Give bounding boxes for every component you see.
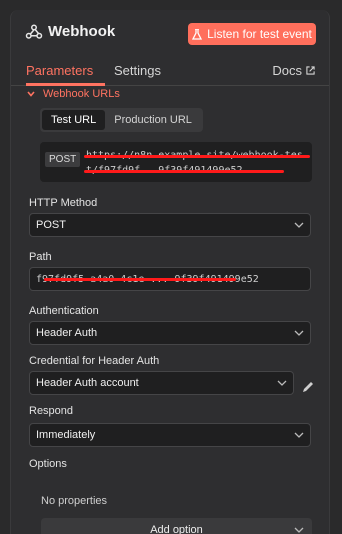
webhook-urls-toggle[interactable]: Webhook URLs <box>27 88 120 100</box>
docs-link[interactable]: Docs <box>272 63 315 78</box>
add-option-label: Add option <box>150 524 203 534</box>
active-tab-indicator <box>26 83 105 86</box>
webhook-url-text: https://n8n.example.site/webhook-test/f9… <box>86 148 308 178</box>
node-panel: Webhook Listen for test event Parameters… <box>10 10 330 534</box>
panel-header: Webhook Listen for test event <box>11 10 329 54</box>
chevron-down-icon <box>294 330 304 336</box>
path-input[interactable]: f97fd9f5-a4a0-4c1e-...-9f39f491499e52 <box>29 267 311 291</box>
tab-test-url[interactable]: Test URL <box>42 110 106 130</box>
options-label: Options <box>29 458 67 470</box>
add-option-button[interactable]: Add option <box>41 518 312 534</box>
path-label: Path <box>29 251 52 263</box>
respond-select[interactable]: Immediately <box>29 423 311 447</box>
http-method-label: HTTP Method <box>29 197 98 209</box>
url-type-switch: Test URL Production URL <box>40 108 203 132</box>
authentication-label: Authentication <box>29 305 99 317</box>
respond-label: Respond <box>29 405 74 417</box>
chevron-down-icon <box>277 380 287 386</box>
tab-parameters[interactable]: Parameters <box>26 63 93 78</box>
tab-settings[interactable]: Settings <box>114 63 161 78</box>
external-link-icon <box>306 66 315 75</box>
credential-label: Credential for Header Auth <box>29 355 160 367</box>
edit-credential-icon[interactable] <box>301 380 315 394</box>
tab-production-url[interactable]: Production URL <box>105 110 201 130</box>
redaction-mark <box>84 170 284 173</box>
webhook-url-display[interactable]: POST https://n8n.example.site/webhook-te… <box>40 142 312 182</box>
redaction-mark <box>84 155 310 158</box>
authentication-select[interactable]: Header Auth <box>29 321 311 345</box>
authentication-value: Header Auth <box>36 327 98 339</box>
chevron-down-icon <box>294 432 304 438</box>
chevron-down-icon <box>27 91 35 97</box>
webhook-urls-label: Webhook URLs <box>43 88 120 100</box>
docs-label: Docs <box>272 63 302 78</box>
credential-value: Header Auth account <box>36 377 139 389</box>
http-method-value: POST <box>36 219 66 231</box>
chevron-down-icon <box>294 527 304 533</box>
flask-icon <box>192 28 203 40</box>
listen-for-test-event-button[interactable]: Listen for test event <box>188 23 316 45</box>
chevron-down-icon <box>294 222 304 228</box>
webhook-icon <box>25 24 43 39</box>
respond-value: Immediately <box>36 429 96 441</box>
http-method-select[interactable]: POST <box>29 213 311 237</box>
method-badge: POST <box>45 152 81 167</box>
no-properties-text: No properties <box>41 495 108 507</box>
listen-button-label: Listen for test event <box>207 27 312 41</box>
tab-bar: Parameters Settings Docs <box>11 54 329 86</box>
redaction-mark <box>44 278 236 281</box>
credential-select[interactable]: Header Auth account <box>29 371 294 395</box>
node-title: Webhook <box>48 23 116 40</box>
